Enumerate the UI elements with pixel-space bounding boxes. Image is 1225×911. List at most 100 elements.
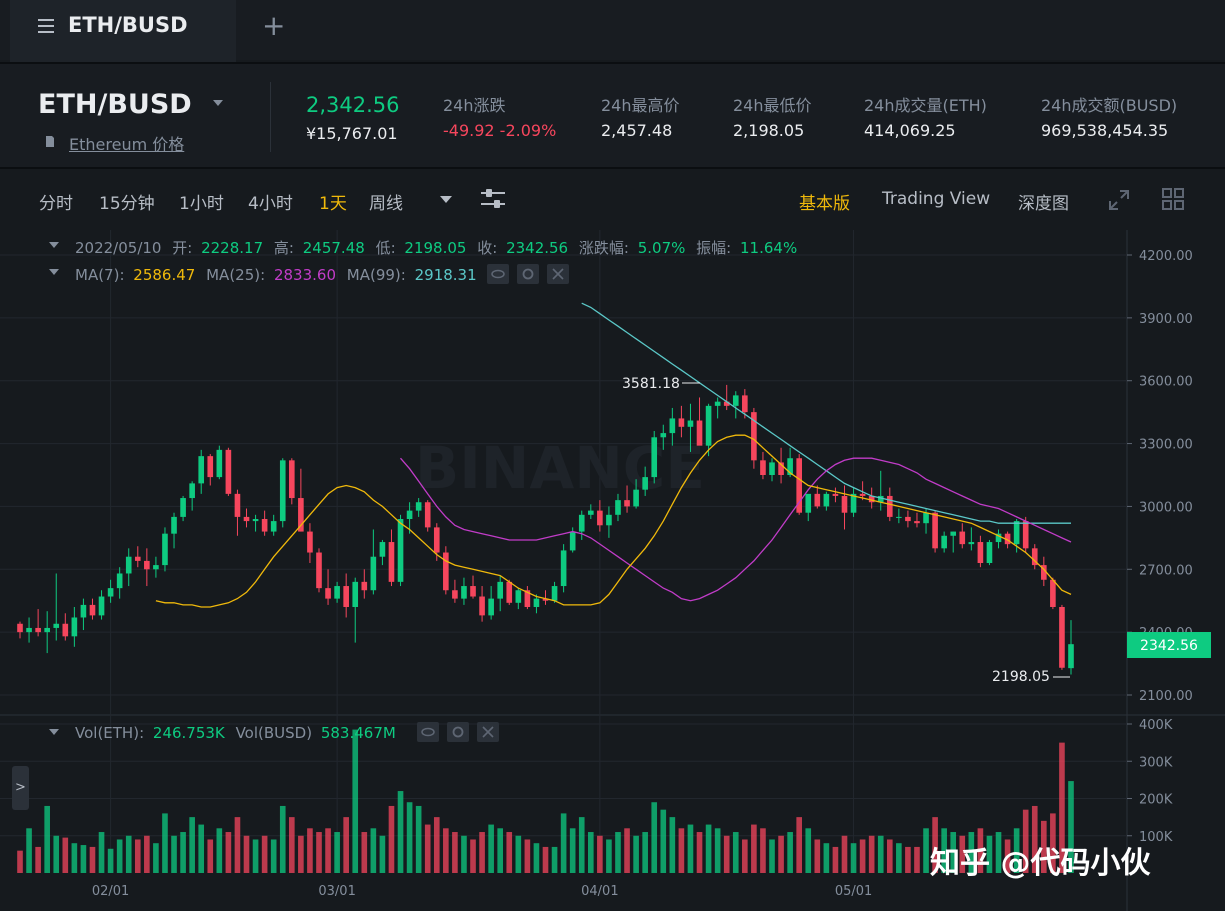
plus-icon[interactable]: + — [262, 12, 285, 40]
settings-sliders-icon[interactable] — [481, 188, 505, 210]
candle-body — [687, 420, 694, 427]
chart-watermark: BINANCE — [415, 434, 705, 502]
legend-close: 2342.56 — [506, 239, 568, 257]
volume-bar — [424, 824, 431, 873]
volume-bar — [388, 805, 395, 873]
volume-bar — [171, 835, 177, 873]
volume-bar — [506, 832, 513, 873]
volume-bar — [678, 828, 685, 873]
legend-close-label: 收: — [477, 239, 497, 257]
volume-bar — [841, 835, 848, 873]
volume-bar — [533, 843, 540, 873]
candle-body — [307, 531, 313, 553]
candle-body — [841, 495, 848, 513]
legend-open-label: 开: — [172, 239, 192, 257]
volume-bar — [796, 817, 802, 873]
candle-body — [171, 516, 177, 534]
candle-body — [651, 437, 658, 478]
chevron-down-icon[interactable] — [440, 196, 452, 203]
volume-bar — [859, 839, 866, 873]
candle-body — [234, 493, 241, 517]
volume-bar — [660, 809, 667, 873]
volume-bar — [298, 835, 304, 873]
timeframe-1h[interactable]: 1小时 — [179, 189, 224, 214]
candle-body — [89, 604, 96, 616]
legend-change-label: 涨跌幅: — [579, 239, 629, 257]
candle-body — [578, 514, 585, 532]
candle-body — [606, 514, 612, 526]
gear-icon[interactable] — [447, 722, 469, 742]
timeframe-15m[interactable]: 15分钟 — [99, 189, 155, 214]
candle-body — [769, 462, 775, 475]
menu-icon[interactable] — [38, 18, 54, 34]
chevron-right-icon[interactable]: > — [12, 766, 29, 810]
candle-body — [832, 493, 839, 496]
candle-body — [71, 617, 78, 637]
candle-body — [597, 510, 603, 526]
candle-body — [252, 519, 259, 522]
timeframe-1m[interactable]: 分时 — [39, 189, 73, 214]
volume-bar — [361, 832, 368, 873]
layout-grid-icon[interactable] — [1162, 188, 1184, 210]
volume-bar — [234, 817, 241, 873]
volume-bar — [886, 839, 893, 873]
view-basic[interactable]: 基本版 — [799, 189, 850, 214]
asset-info-link[interactable]: Ethereum 价格 — [69, 131, 184, 155]
volume-bar — [452, 832, 458, 873]
candle-body — [243, 516, 250, 522]
candle-body — [116, 573, 123, 589]
document-icon — [46, 136, 54, 147]
fullscreen-icon[interactable] — [1108, 189, 1130, 211]
eye-icon[interactable] — [417, 722, 439, 742]
timeframe-1d[interactable]: 1天 — [319, 189, 347, 214]
volume-bar — [560, 813, 567, 873]
candle-body — [760, 460, 766, 475]
stat-label-change: 24h涨跌 — [443, 96, 506, 115]
candle-body — [125, 556, 132, 574]
candle-body — [162, 533, 168, 566]
volume-bar — [687, 824, 694, 873]
volume-bar — [26, 828, 32, 873]
volume-bar — [877, 835, 884, 873]
candlestick-chart[interactable]: BINANCE 4200.00 3900.00 3600.00 3300.00 3000… — [0, 230, 1225, 911]
volume-bar — [461, 835, 467, 873]
candle-body — [207, 456, 214, 478]
cny-price: ¥15,767.01 — [306, 124, 398, 143]
candle-body — [515, 590, 522, 603]
chevron-down-icon[interactable] — [213, 100, 223, 106]
vol-busd-value: 583.467M — [321, 724, 396, 742]
volume-bar — [35, 846, 41, 873]
candle-body — [615, 500, 621, 515]
candle-body — [334, 586, 340, 599]
candle-body — [370, 556, 377, 591]
candle-body — [705, 405, 712, 446]
volume-bar — [723, 835, 730, 873]
candle-body — [153, 565, 159, 570]
ma99-value: 2918.31 — [415, 266, 477, 284]
eye-icon[interactable] — [487, 264, 509, 284]
volume-bar — [569, 828, 576, 873]
volume-bar — [62, 837, 69, 873]
timeframe-1w[interactable]: 周线 — [369, 189, 403, 214]
view-depth[interactable]: 深度图 — [1018, 189, 1069, 214]
tab-eth-busd[interactable]: ETH/BUSD — [10, 0, 236, 62]
volume-bar — [551, 846, 558, 873]
date-tick-label: 05/01 — [835, 884, 872, 899]
volume-bar — [497, 828, 504, 873]
volume-bar — [44, 805, 50, 873]
volume-bar — [443, 828, 449, 873]
timeframe-4h[interactable]: 4小时 — [248, 189, 293, 214]
volume-bar — [198, 824, 205, 873]
vol-eth-label: Vol(ETH): — [75, 724, 144, 742]
volume-tick-label: 200K — [1139, 793, 1173, 808]
price-tick-label: 2700.00 — [1139, 563, 1193, 578]
volume-bar — [216, 828, 223, 873]
volume-bar — [769, 839, 775, 873]
volume-bar — [162, 813, 168, 873]
symbol-title[interactable]: ETH/BUSD — [38, 89, 192, 120]
candle-body — [506, 581, 513, 603]
volume-bar — [778, 835, 784, 873]
gear-icon[interactable] — [517, 264, 539, 284]
view-tradingview[interactable]: Trading View — [882, 189, 990, 209]
volume-bar — [53, 835, 60, 873]
